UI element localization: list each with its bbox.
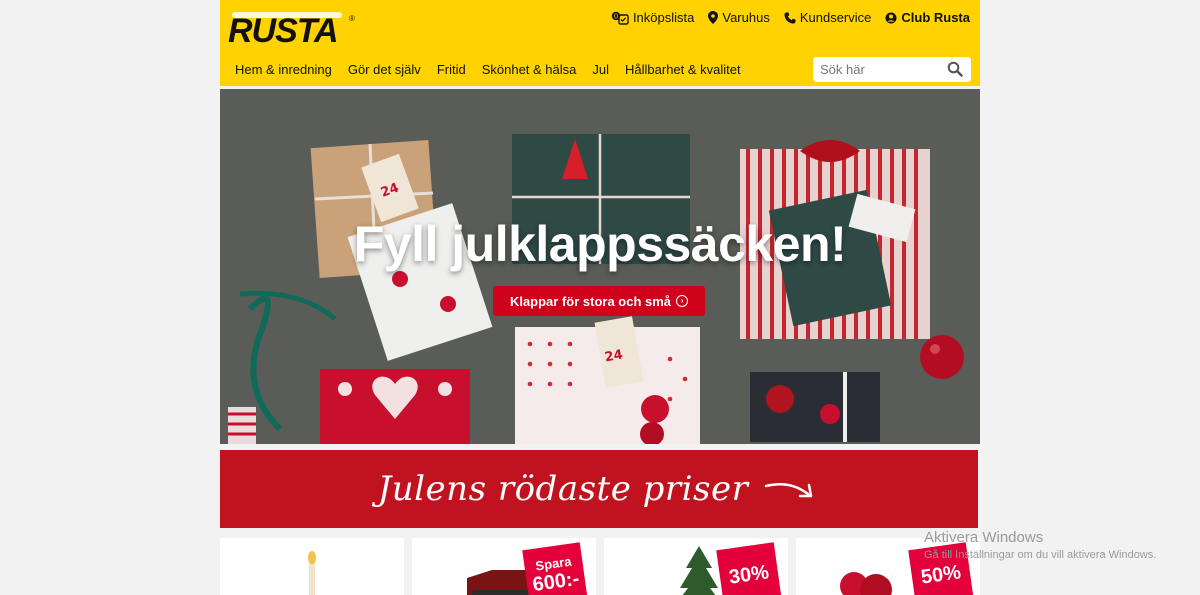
customer-service-link[interactable]: Kundservice xyxy=(784,10,872,25)
product-cards: Spara 600:- 30% 50% xyxy=(220,538,980,595)
main-nav: Hem & inredning Gör det själv Fritid Skö… xyxy=(235,62,741,77)
discount-badge: 30% xyxy=(716,542,782,595)
heart-gift xyxy=(320,369,470,444)
nav-item-christmas[interactable]: Jul xyxy=(592,62,609,77)
hero-cta-label: Klappar för stora och små xyxy=(509,293,672,309)
nav-item-sustainability-quality[interactable]: Hållbarhet & kvalitet xyxy=(625,62,741,77)
candle-icon xyxy=(308,551,316,595)
logo-text: RUSTA xyxy=(228,12,339,50)
promo-banner[interactable]: Julens rödaste priser xyxy=(220,450,978,528)
windows-activation-watermark: Aktivera Windows Gå till Inställningar o… xyxy=(924,529,1156,561)
stores-label: Varuhus xyxy=(722,10,770,25)
svg-text:0: 0 xyxy=(614,12,618,20)
badge-big-text: 30% xyxy=(727,560,771,589)
shopping-list-icon: 0 xyxy=(611,11,629,25)
site-header: RUSTA ® 0 Inköpslista Varuhus Kundservic… xyxy=(220,0,980,86)
shopping-list-link[interactable]: 0 Inköpslista xyxy=(611,10,694,25)
top-links: 0 Inköpslista Varuhus Kundservice Club R… xyxy=(611,10,970,25)
svg-text:24: 24 xyxy=(604,348,624,366)
watermark-title: Aktivera Windows xyxy=(924,529,1044,546)
hero-cta-button[interactable]: Klappar för stora och små › xyxy=(493,286,705,316)
discount-badge: Spara 600:- xyxy=(522,542,588,595)
product-card-rc-car[interactable]: Spara 600:- xyxy=(412,538,596,595)
club-rusta-link[interactable]: Club Rusta xyxy=(885,10,970,25)
stores-link[interactable]: Varuhus xyxy=(708,10,770,25)
badge-big-text: 50% xyxy=(919,560,963,589)
nav-item-beauty-health[interactable]: Skönhet & hälsa xyxy=(482,62,577,77)
phone-icon xyxy=(784,12,796,23)
floral-gift xyxy=(750,372,880,442)
hero-banner[interactable]: 24 24 Fyll julklappssäcken! Klappar för … xyxy=(220,89,980,444)
user-icon xyxy=(885,12,897,23)
promo-text: Julens rödaste priser xyxy=(377,469,749,509)
arrow-down-right-icon xyxy=(765,483,813,498)
site-container: RUSTA ® 0 Inköpslista Varuhus Kundservic… xyxy=(220,0,980,595)
watermark-subtitle: Gå till Inställningar om du vill aktiver… xyxy=(924,549,1157,561)
map-pin-icon xyxy=(708,11,719,24)
nav-item-leisure[interactable]: Fritid xyxy=(437,62,466,77)
search-box xyxy=(813,57,971,82)
hero-title: Fyll julklappssäcken! xyxy=(353,216,847,272)
rusta-logo[interactable]: RUSTA ® xyxy=(228,10,355,50)
search-icon[interactable] xyxy=(947,61,963,77)
nav-item-diy[interactable]: Gör det själv xyxy=(348,62,421,77)
nav-item-home-interior[interactable]: Hem & inredning xyxy=(235,62,332,77)
product-card-tree[interactable]: 30% xyxy=(604,538,788,595)
product-card-candle[interactable] xyxy=(220,538,404,595)
arrow-right-circle-icon: › xyxy=(676,295,689,307)
club-rusta-label: Club Rusta xyxy=(901,10,970,25)
customer-service-label: Kundservice xyxy=(799,10,872,25)
search-input[interactable] xyxy=(813,57,943,82)
logo-registered-mark: ® xyxy=(349,14,355,23)
shopping-list-label: Inköpslista xyxy=(632,10,695,25)
polka-gift: 24 xyxy=(515,316,700,444)
